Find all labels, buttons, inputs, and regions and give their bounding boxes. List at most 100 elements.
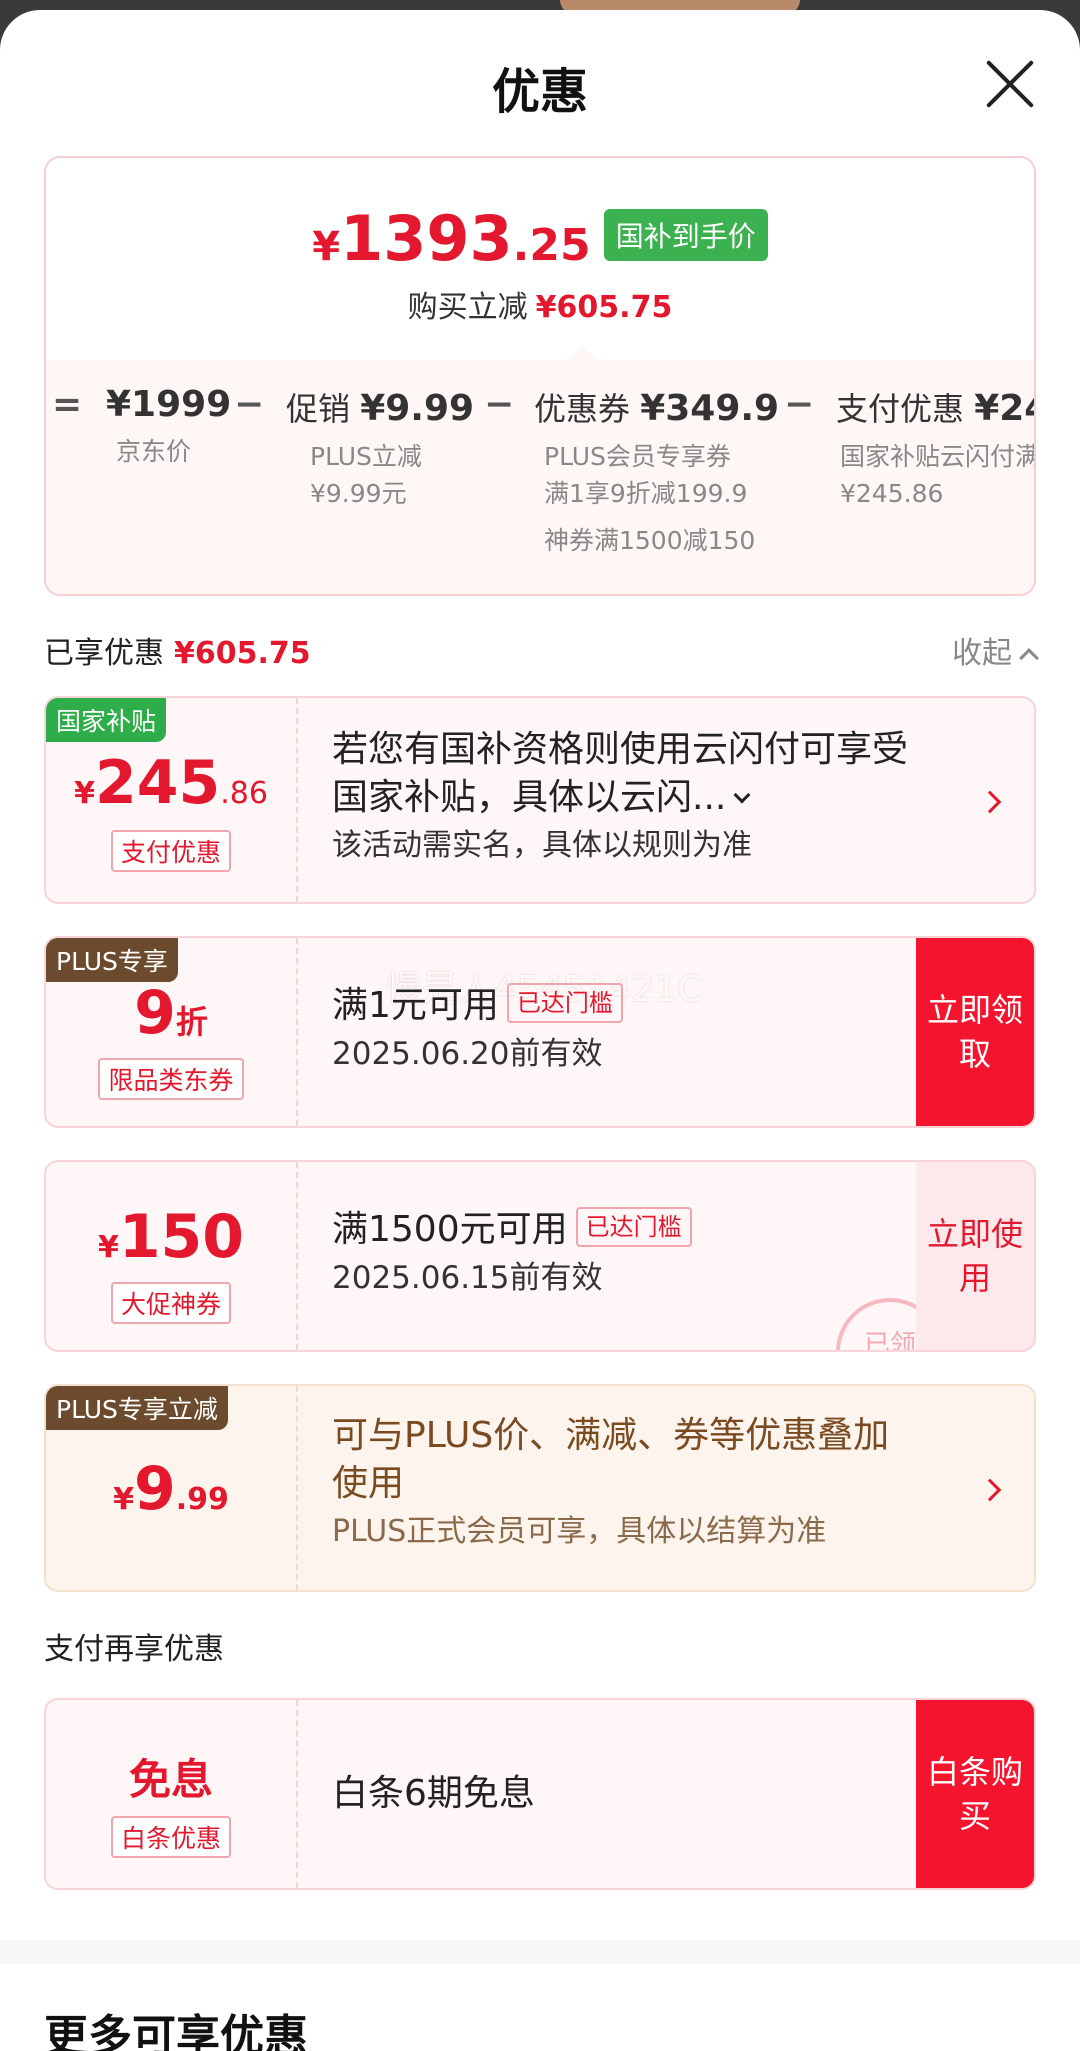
currency-symbol: ¥: [74, 776, 95, 811]
breakdown-item-coupon: 优惠券 ¥349.9 PLUS会员专享券 满1享9折减199.9 神券满1500…: [534, 384, 779, 559]
desc-note: 该活动需实名，具体以规则为准: [332, 828, 752, 863]
amount-integer: 150: [118, 1202, 245, 1272]
type-pill: 支付优惠: [110, 830, 231, 872]
chevron-down-icon[interactable]: [733, 786, 751, 804]
type-pill: 大促神券: [110, 1282, 231, 1324]
minus-operator: −: [484, 384, 515, 425]
plus-discount-badge: PLUS专享立减: [46, 1386, 228, 1430]
chevron-right-icon[interactable]: [978, 1478, 1002, 1502]
breakdown-item-promo: 促销 ¥9.99 PLUS立减 ¥9.99元: [286, 384, 474, 512]
subsidy-type: 支付优惠: [46, 830, 296, 872]
breakdown-sub: 国家补贴云闪付满: [840, 442, 1036, 471]
card-left: 国家补贴 ¥245.86 支付优惠: [46, 698, 298, 902]
coupon-expiry: 2025.06.15前有效: [332, 1260, 603, 1296]
threshold-met-tag: 已达门槛: [575, 1207, 692, 1247]
coupon-amount: 9折: [46, 978, 296, 1048]
saving-row: 购买立减 ¥605.75: [46, 282, 1034, 326]
card-left: ¥150 大促神券: [46, 1162, 298, 1350]
currency-symbol: ¥: [97, 1230, 119, 1265]
breakdown-value: ¥24: [974, 388, 1034, 429]
amount-unit: 折: [175, 1003, 208, 1041]
amount-integer: 9: [133, 1454, 176, 1524]
baitiao-description: 白条6期免息: [332, 1773, 535, 1814]
pay-section-title: 支付再享优惠: [44, 1632, 224, 1667]
page-title: 优惠: [491, 64, 588, 120]
final-price: ¥1393.25: [312, 202, 590, 275]
promo-coupon-card: ¥150 大促神券 满1500元可用 已达门槛 2025.06.15前有效 已领 …: [44, 1160, 1036, 1352]
amount-integer: 245: [94, 748, 221, 818]
saving-label: 购买立减: [407, 290, 528, 325]
breakdown-value: ¥9.99: [360, 388, 475, 429]
coupon-condition: 满1500元可用: [332, 1209, 568, 1250]
breakdown-sub: PLUS立减: [310, 442, 422, 471]
desc-note: PLUS正式会员可享，具体以结算为准: [332, 1514, 827, 1549]
enjoyed-discount: 已享优惠 ¥605.75: [44, 628, 311, 672]
enjoyed-label: 已享优惠: [44, 636, 164, 671]
desc-line: 使用: [332, 1463, 405, 1504]
sheet-header: 优惠: [0, 10, 1080, 150]
breakdown-label: 促销: [286, 390, 351, 428]
desc-line: 若您有国补资格则使用云闪付可享受: [332, 729, 909, 770]
breakdown-label: 支付优惠: [836, 390, 965, 428]
price-breakdown[interactable]: = ¥1999 京东价 − 促销 ¥9.99 PLUS立减 ¥9.99元 − 优…: [46, 360, 1036, 594]
use-now-button[interactable]: 立即使用: [916, 1162, 1034, 1350]
breakdown-value: ¥1999: [106, 384, 232, 425]
coupon-amount: ¥150: [46, 1202, 296, 1272]
card-left: PLUS专享 9折 限品类东券: [46, 938, 298, 1126]
plus-discount-description: 可与PLUS价、满减、券等优惠叠加 使用 PLUS正式会员可享，具体以结算为准: [332, 1412, 889, 1556]
price-tag: 国补到手价: [603, 209, 768, 261]
type-pill: 限品类东券: [98, 1058, 244, 1100]
chevron-right-icon[interactable]: [978, 790, 1002, 814]
minus-operator: −: [784, 384, 815, 425]
breakdown-value: ¥349.9: [640, 388, 780, 429]
amount-decimal: .99: [175, 1482, 229, 1517]
currency-symbol: ¥: [113, 1482, 134, 1517]
enjoyed-value: ¥605.75: [174, 636, 311, 671]
coupon-description: 满1元可用 已达门槛 2025.06.20前有效: [332, 982, 623, 1078]
minus-operator: −: [234, 384, 265, 425]
coupon-expiry: 2025.06.20前有效: [332, 1036, 603, 1072]
close-icon[interactable]: [984, 58, 1036, 110]
coupon-type: 限品类东券: [46, 1058, 296, 1100]
breakdown-item-payment: 支付优惠 ¥24 国家补贴云闪付满 ¥245.86: [836, 384, 1036, 512]
pointer-notch: [568, 346, 596, 360]
subsidy-description: 若您有国补资格则使用云闪付可享受 国家补贴，具体以云闪... 该活动需实名，具体…: [332, 726, 908, 870]
plus-badge: PLUS专享: [46, 938, 178, 982]
breakdown-label: 优惠券: [534, 390, 631, 428]
saving-value: ¥605.75: [535, 290, 673, 325]
chevron-up-icon: [1019, 648, 1039, 668]
equals-operator: =: [52, 384, 83, 425]
subsidy-badge: 国家补贴: [46, 698, 167, 742]
breakdown-sub: 京东价: [116, 437, 192, 466]
breakdown-sub: PLUS会员专享券: [544, 442, 731, 471]
section-divider: [0, 1940, 1080, 1964]
coupon-condition: 满1元可用: [332, 985, 499, 1026]
plus-coupon-card: PLUS专享 9折 限品类东券 慢是人45451421C 满1元可用 已达门槛 2…: [44, 936, 1036, 1128]
subsidy-amount: ¥245.86: [46, 748, 296, 818]
baitiao-card: 免息 白条优惠 白条6期免息 白条购买: [44, 1698, 1036, 1890]
threshold-met-tag: 已达门槛: [506, 983, 623, 1023]
discount-amount: ¥9.99: [46, 1454, 296, 1524]
breakdown-sub: 神券满1500减150: [544, 526, 756, 555]
breakdown-item-jd-price: ¥1999 京东价: [106, 384, 231, 470]
breakdown-sub: 满1享9折减199.9: [544, 479, 748, 508]
coupon-type: 大促神券: [46, 1282, 296, 1324]
amount-integer: 9: [134, 978, 176, 1048]
currency-symbol: ¥: [312, 224, 341, 270]
baitiao-buy-button[interactable]: 白条购买: [916, 1700, 1034, 1888]
desc-line: 国家补贴，具体以云闪...: [332, 777, 727, 818]
amount-decimal: .86: [220, 776, 268, 811]
breakdown-sub: ¥9.99元: [310, 479, 407, 508]
card-left: PLUS专享立减 ¥9.99: [46, 1386, 298, 1590]
collapse-button[interactable]: 收起: [952, 628, 1039, 672]
interest-free-label: 免息: [128, 1755, 213, 1804]
plus-discount-card[interactable]: PLUS专享立减 ¥9.99 可与PLUS价、满减、券等优惠叠加 使用 PLUS…: [44, 1384, 1036, 1592]
breakdown-sub: ¥245.86: [840, 479, 944, 508]
coupon-description: 满1500元可用 已达门槛 2025.06.15前有效: [332, 1206, 692, 1302]
subsidy-card[interactable]: 国家补贴 ¥245.86 支付优惠 若您有国补资格则使用云闪付可享受 国家补贴，…: [44, 696, 1036, 904]
more-discounts-title: 更多可享优惠: [44, 2011, 308, 2051]
claim-now-button[interactable]: 立即领取: [916, 938, 1034, 1126]
price-summary: ¥1393.25 国补到手价 购买立减 ¥605.75 = ¥1999 京东价 −…: [44, 156, 1036, 596]
price-integer: 1393: [340, 202, 513, 275]
collapse-label: 收起: [952, 636, 1012, 671]
